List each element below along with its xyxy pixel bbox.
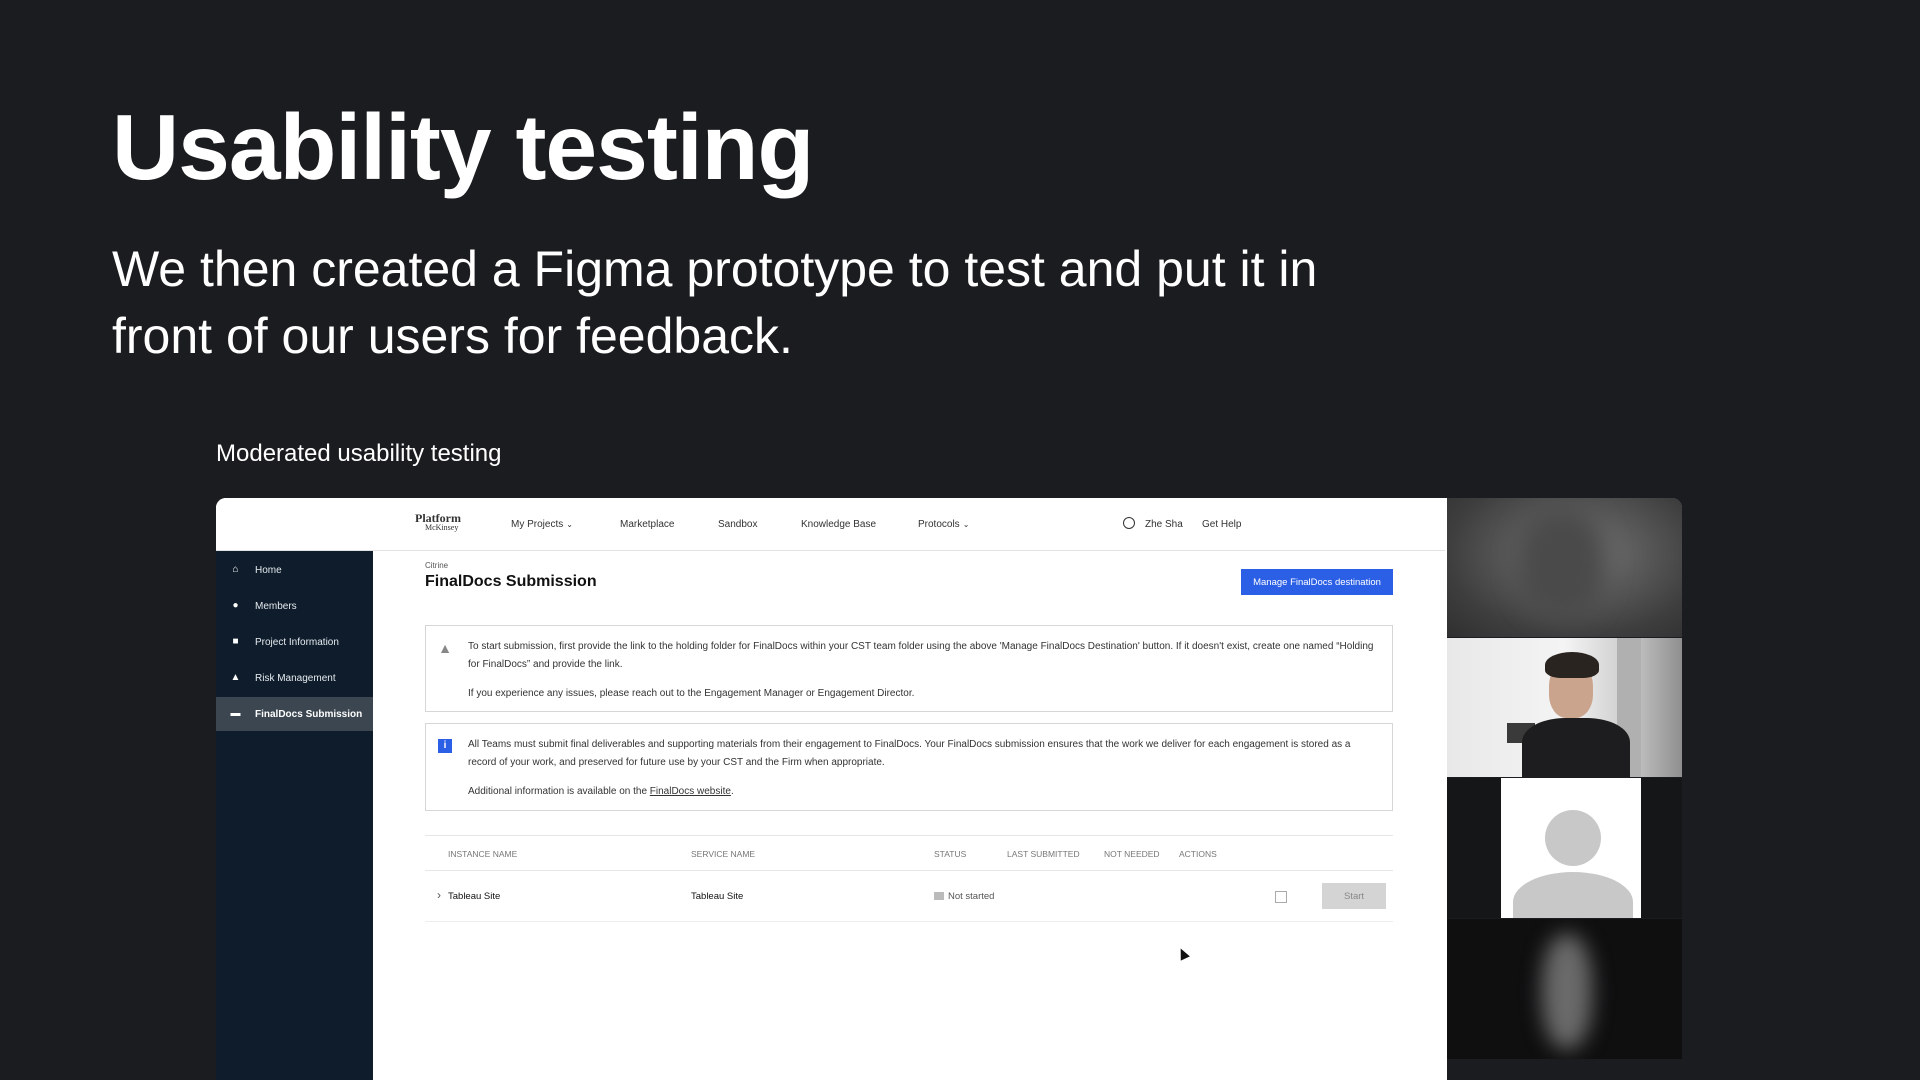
nav-marketplace[interactable]: Marketplace	[620, 519, 674, 530]
main-content: Citrine FinalDocs Submission Manage Fina…	[373, 551, 1445, 1080]
submission-table: INSTANCE NAME SERVICE NAME STATUS LAST S…	[425, 835, 1393, 922]
info-paragraph: All Teams must submit final deliverables…	[468, 739, 1351, 768]
sidebar-item-label: Risk Management	[255, 673, 336, 684]
participant-video-blurred	[1447, 498, 1682, 637]
chevron-down-icon: ⌄	[962, 520, 970, 529]
warning-alert: ▲ To start submission, first provide the…	[425, 625, 1393, 712]
sidebar: ⌂ Home ● Members ■ Project Information ▲…	[216, 551, 373, 1080]
sidebar-item-label: FinalDocs Submission	[255, 709, 363, 720]
caption: Moderated usability testing	[216, 440, 502, 467]
nav-label: Marketplace	[620, 519, 675, 530]
user-circle-icon[interactable]	[1123, 517, 1135, 529]
info-icon: i	[438, 739, 452, 753]
folder-icon: ▬	[230, 708, 241, 719]
participant-video-dark	[1447, 919, 1682, 1059]
sidebar-item-members[interactable]: ● Members	[216, 589, 373, 623]
participant-avatar-placeholder	[1447, 778, 1682, 918]
info-text-suffix: .	[730, 786, 734, 797]
person-hair	[1545, 652, 1599, 678]
column-header-actions: ACTIONS	[1179, 849, 1217, 859]
sidebar-item-label: Home	[255, 565, 282, 576]
page-title: FinalDocs Submission	[425, 573, 597, 590]
not-needed-checkbox[interactable]	[1275, 891, 1287, 903]
warning-text: To start submission, first provide the l…	[468, 638, 1378, 714]
nav-my-projects[interactable]: My Projects ⌄	[511, 519, 573, 530]
status-text: Not started	[948, 891, 995, 902]
sidebar-item-label: Members	[255, 601, 297, 612]
column-header-status: STATUS	[934, 849, 967, 859]
logo-line-2: McKinsey	[425, 523, 459, 532]
video-call-participants	[1447, 498, 1682, 1080]
mouse-cursor-icon	[1176, 946, 1190, 961]
breadcrumb[interactable]: Citrine	[425, 561, 448, 570]
nav-label: Sandbox	[718, 519, 758, 530]
prototype-app: Platform McKinsey My Projects ⌄ Marketpla…	[216, 498, 1445, 1080]
person-body	[1522, 718, 1630, 777]
cell-status: Not started	[934, 891, 994, 902]
chevron-down-icon: ⌄	[566, 520, 573, 529]
lock-icon: ▲	[230, 672, 241, 683]
blurred-person	[1517, 508, 1607, 618]
nav-label: My Projects	[511, 519, 564, 530]
platform-logo[interactable]: Platform McKinsey	[415, 512, 461, 532]
get-help-link[interactable]: Get Help	[1202, 519, 1241, 530]
warning-icon: ▲	[438, 640, 452, 656]
sidebar-item-finaldocs-submission[interactable]: ▬ FinalDocs Submission	[216, 697, 373, 731]
chevron-right-icon[interactable]: ›	[437, 888, 441, 902]
sidebar-item-home[interactable]: ⌂ Home	[216, 553, 373, 587]
nav-label: Protocols	[918, 519, 960, 530]
finaldocs-website-link[interactable]: FinalDocs website	[650, 786, 731, 797]
sidebar-item-label: Project Information	[255, 637, 339, 648]
info-paragraph: Additional information is available on t…	[468, 783, 1378, 801]
info-alert: i All Teams must submit final deliverabl…	[425, 723, 1393, 811]
slide-subtitle: We then created a Figma prototype to tes…	[112, 241, 1318, 364]
folder-icon	[934, 892, 944, 900]
avatar-head-icon	[1545, 810, 1601, 866]
cell-instance-name: Tableau Site	[448, 891, 501, 902]
table-header: INSTANCE NAME SERVICE NAME STATUS LAST S…	[425, 835, 1393, 871]
sidebar-item-risk-management[interactable]: ▲ Risk Management	[216, 661, 373, 695]
participant-video-speaker	[1447, 638, 1682, 777]
warning-paragraph: To start submission, first provide the l…	[468, 641, 1374, 670]
user-name[interactable]: Zhe Sha	[1145, 519, 1183, 530]
manage-finaldocs-destination-button[interactable]: Manage FinalDocs destination	[1241, 569, 1393, 595]
sidebar-item-project-information[interactable]: ■ Project Information	[216, 625, 373, 659]
warning-paragraph: If you experience any issues, please rea…	[468, 688, 915, 699]
column-header-not-needed: NOT NEEDED	[1104, 849, 1160, 859]
column-header-last-submitted: LAST SUBMITTED	[1007, 849, 1080, 859]
table-row: › Tableau Site Tableau Site Not started …	[425, 871, 1393, 922]
nav-knowledge-base[interactable]: Knowledge Base	[801, 519, 876, 530]
top-navigation: Platform McKinsey My Projects ⌄ Marketpla…	[216, 498, 1445, 551]
start-button[interactable]: Start	[1322, 883, 1386, 909]
nav-label: Knowledge Base	[801, 519, 877, 530]
home-icon: ⌂	[232, 564, 239, 575]
members-icon: ●	[232, 600, 239, 611]
cell-service-name: Tableau Site	[691, 891, 744, 902]
slide-title: Usability testing	[112, 95, 814, 199]
participant-video-partial	[1447, 1060, 1682, 1080]
blurred-person	[1542, 934, 1592, 1049]
nav-sandbox[interactable]: Sandbox	[718, 519, 757, 530]
info-text: All Teams must submit final deliverables…	[468, 736, 1378, 812]
column-header-service: SERVICE NAME	[691, 849, 756, 859]
info-icon: ■	[232, 636, 239, 647]
screen-recording-frame: Platform McKinsey My Projects ⌄ Marketpla…	[216, 498, 1682, 1080]
column-header-instance: INSTANCE NAME	[448, 849, 518, 859]
info-text-prefix: Additional information is available on t…	[468, 786, 650, 797]
nav-protocols[interactable]: Protocols ⌄	[918, 519, 969, 530]
